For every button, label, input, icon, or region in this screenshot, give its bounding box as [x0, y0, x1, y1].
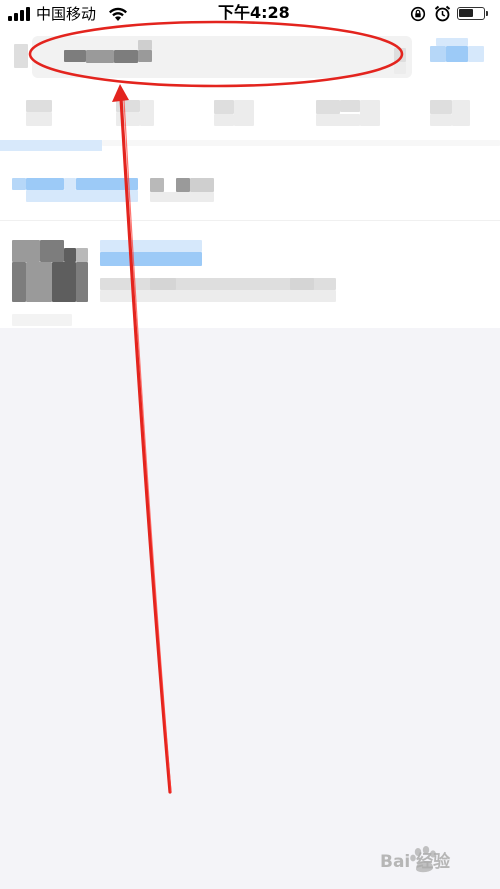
- carrier-name: 中国移动: [36, 5, 97, 23]
- status-time: 下午4:28: [218, 3, 290, 22]
- active-tab-indicator: [0, 140, 102, 151]
- alarm-icon: [434, 5, 451, 22]
- blurred-search-button[interactable]: [430, 46, 446, 62]
- divider: [0, 220, 500, 221]
- status-bar: 中国移动 下午4:28: [0, 0, 500, 28]
- blurred-result-title[interactable]: [100, 240, 202, 252]
- rotation-lock-icon: [410, 6, 426, 22]
- blurred-section-title: [12, 178, 26, 190]
- signal-icon: [8, 7, 32, 21]
- blurred-tab-1[interactable]: [26, 100, 52, 112]
- blurred-search-text: [64, 50, 86, 62]
- blurred-tab-2[interactable]: [116, 100, 140, 112]
- battery-icon: [457, 7, 488, 20]
- wifi-icon: [109, 7, 127, 21]
- watermark: Bai 经验: [380, 843, 490, 879]
- blurred-result-thumbnail[interactable]: [12, 240, 40, 262]
- watermark-text: Bai 经验: [380, 852, 451, 872]
- blurred-back-button[interactable]: [14, 44, 28, 68]
- blurred-tab-4[interactable]: [316, 100, 340, 114]
- blurred-tab-5[interactable]: [430, 100, 452, 114]
- blurred-tab-3[interactable]: [214, 100, 234, 114]
- blurred-clear-icon[interactable]: [394, 48, 406, 62]
